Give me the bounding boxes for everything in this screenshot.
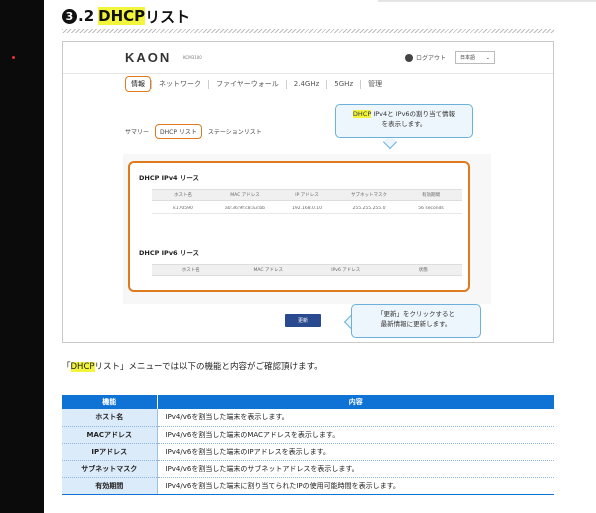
logout-label: ログアウト <box>416 55 447 62</box>
section-number-suffix: .2 <box>78 7 95 25</box>
nav-network[interactable]: ネットワーク <box>152 79 208 89</box>
section-title-text: リスト <box>145 7 191 26</box>
subnav-station-list[interactable]: ステーションリスト <box>208 127 262 136</box>
nav-info[interactable]: 情報 <box>125 76 151 92</box>
language-select[interactable]: 日本語 ⌄ <box>455 51 495 64</box>
user-icon <box>405 53 413 62</box>
section-number-badge: 3 <box>62 8 77 24</box>
nav-2-4ghz[interactable]: 2.4GHz <box>287 80 327 88</box>
router-screenshot: KAON KCM3100 ログアウト 日本語 ⌄ 情報 ネットワーク ファイヤー… <box>62 41 554 343</box>
dhcp-lease-panel: DHCP IPv4 リース ホスト名 MAC アドレス IP アドレス サブネッ… <box>128 161 470 292</box>
ipv6-heading: DHCP IPv6 リース <box>139 249 200 257</box>
ipv4-col-subnet: サブネットマスク <box>351 193 387 198</box>
feature-description: IPv4/v6を割当した端末のIPアドレスを表示します。 <box>156 443 554 461</box>
left-margin-bar <box>0 0 44 513</box>
ipv4-cell-subnet: 255.255.255.0 <box>352 206 386 211</box>
main-nav: 情報 ネットワーク ファイヤーウォール 2.4GHz 5GHz 管理 <box>125 76 389 92</box>
callout-update-info: 「更新」をクリックすると 最新情報に更新します。 <box>351 304 481 338</box>
router-header: KAON KCM3100 ログアウト 日本語 ⌄ <box>63 42 553 74</box>
language-value: 日本語 <box>460 55 476 61</box>
callout-dhcp-highlight: DHCP <box>352 110 372 118</box>
description-text: 「DHCPリスト」メニューでは以下の機能と内容がご確認頂けます。 <box>62 360 323 372</box>
feature-name: サブネットマスク <box>62 460 157 478</box>
ipv4-cell-lease: 56 seconds <box>418 206 444 211</box>
subnav-summary[interactable]: サマリー <box>125 127 149 136</box>
red-marker <box>12 56 15 59</box>
callout1-line1: IPv4と IPv6の割り当て情報 <box>371 110 456 118</box>
table-row: MACアドレス IPv4/v6を割当した端末のMACアドレスを表示します。 <box>62 426 554 444</box>
desc-open: 「 <box>62 362 71 372</box>
feature-col-header: 機能 <box>62 395 157 409</box>
feature-name: 有効期間 <box>62 477 157 495</box>
feature-name: MACアドレス <box>62 426 157 444</box>
ipv4-cell-mac: a0:36:9f:c8:a3:bb <box>225 206 265 211</box>
table-row: ホスト名 IPv4/v6を割当した端末を表示します。 <box>62 409 554 427</box>
ipv6-table-header: ホスト名 MAC アドレス IPv6 アドレス 状態 <box>152 264 462 276</box>
model-label: KCM3100 <box>183 55 202 60</box>
callout2-line1: 「更新」をクリックすると <box>377 310 455 318</box>
ipv4-col-lease: 有効期間 <box>422 193 440 198</box>
nav-firewall[interactable]: ファイヤーウォール <box>209 79 286 89</box>
section-title: 3 .2 DHCP リスト <box>62 6 190 26</box>
chevron-down-icon: ⌄ <box>485 54 490 61</box>
update-button[interactable]: 更新 <box>285 314 321 327</box>
ipv6-col-ipv6: IPv6 アドレス <box>331 268 361 273</box>
ipv4-cell-hostname: k170590 <box>173 206 193 211</box>
logout-link[interactable]: ログアウト <box>405 53 446 62</box>
section-title-highlight: DHCP <box>98 7 146 25</box>
ipv6-col-mac: MAC アドレス <box>253 268 283 273</box>
desc-rest: リスト」メニューでは以下の機能と内容がご確認頂けます。 <box>94 362 323 372</box>
subnav-dhcp-list[interactable]: DHCP リスト <box>155 124 202 139</box>
ipv4-col-ip: IP アドレス <box>295 193 319 198</box>
ipv4-cell-ip: 192.168.0.10 <box>291 206 323 211</box>
nav-5ghz[interactable]: 5GHz <box>327 80 360 88</box>
ipv4-table-header: ホスト名 MAC アドレス IP アドレス サブネットマスク 有効期間 <box>152 189 462 201</box>
nav-admin[interactable]: 管理 <box>361 79 389 89</box>
ipv6-col-state: 状態 <box>418 268 428 273</box>
feature-description: IPv4/v6を割当した端末に割り当てられたIPの使用可能時間を表示します。 <box>156 477 554 495</box>
feature-description: IPv4/v6を割当した端末を表示します。 <box>156 409 554 427</box>
feature-table-header: 機能 内容 <box>62 395 554 409</box>
ipv4-col-hostname: ホスト名 <box>174 193 192 198</box>
table-row: サブネットマスク IPv4/v6を割当した端末のサブネットアドレスを表示します。 <box>62 460 554 478</box>
callout-lease-info: DHCP IPv4と IPv6の割り当て情報 を表示します。 <box>335 104 473 138</box>
feature-name: IPアドレス <box>62 443 157 461</box>
content-col-header: 内容 <box>156 395 554 409</box>
table-row: k170590 a0:36:9f:c8:a3:bb 192.168.0.10 2… <box>152 204 462 214</box>
feature-description: IPv4/v6を割当した端末のMACアドレスを表示します。 <box>156 426 554 444</box>
ipv4-col-mac: MAC アドレス <box>230 193 260 198</box>
feature-name: ホスト名 <box>62 409 157 427</box>
sub-nav: サマリー DHCP リスト ステーションリスト <box>125 124 262 139</box>
callout2-line2: 最新情報に更新します。 <box>380 320 452 328</box>
feature-table: 機能 内容 ホスト名 IPv4/v6を割当した端末を表示します。 MACアドレス… <box>62 395 554 495</box>
feature-description: IPv4/v6を割当した端末のサブネットアドレスを表示します。 <box>156 460 554 478</box>
kaon-logo: KAON <box>125 50 172 65</box>
table-row: 有効期間 IPv4/v6を割当した端末に割り当てられたIPの使用可能時間を表示し… <box>62 477 554 495</box>
ipv6-col-hostname: ホスト名 <box>181 268 200 273</box>
title-underline <box>62 29 554 33</box>
table-row: IPアドレス IPv4/v6を割当した端末のIPアドレスを表示します。 <box>62 443 554 461</box>
top-rule <box>378 0 596 2</box>
desc-dhcp-highlight: DHCP <box>70 362 95 372</box>
callout1-line2: を表示します。 <box>381 120 427 128</box>
ipv4-heading: DHCP IPv4 リース <box>139 174 200 182</box>
